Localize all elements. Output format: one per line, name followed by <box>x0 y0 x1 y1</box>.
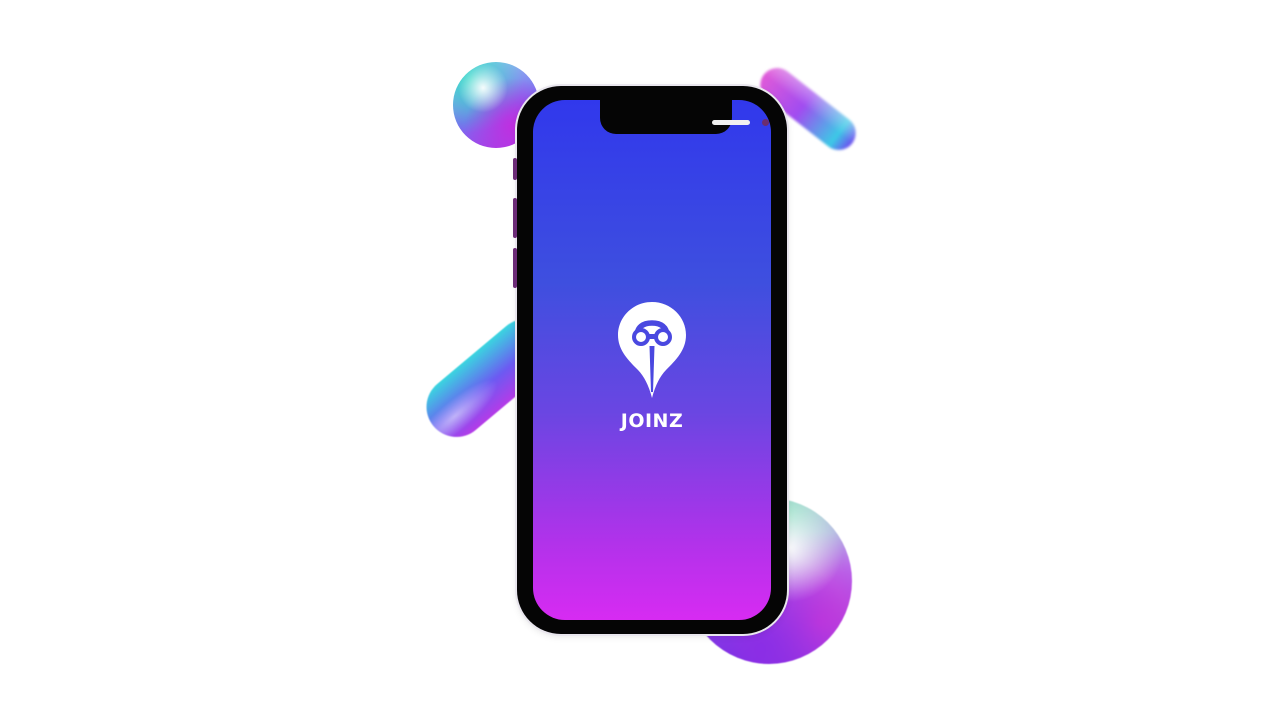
location-pin-icon <box>618 302 686 398</box>
phone-volume-down-button <box>513 248 517 288</box>
phone-notch <box>600 100 769 134</box>
front-camera <box>762 119 769 126</box>
splash-stage: JOINZ <box>0 0 1280 720</box>
speaker-grille <box>712 120 750 125</box>
phone-mute-switch <box>513 158 517 180</box>
app-splash-screen: JOINZ <box>533 100 771 620</box>
app-logo: JOINZ <box>533 300 771 432</box>
brand-name: JOINZ <box>620 410 684 432</box>
phone-mockup: JOINZ <box>513 86 787 634</box>
phone-volume-up-button <box>513 198 517 238</box>
